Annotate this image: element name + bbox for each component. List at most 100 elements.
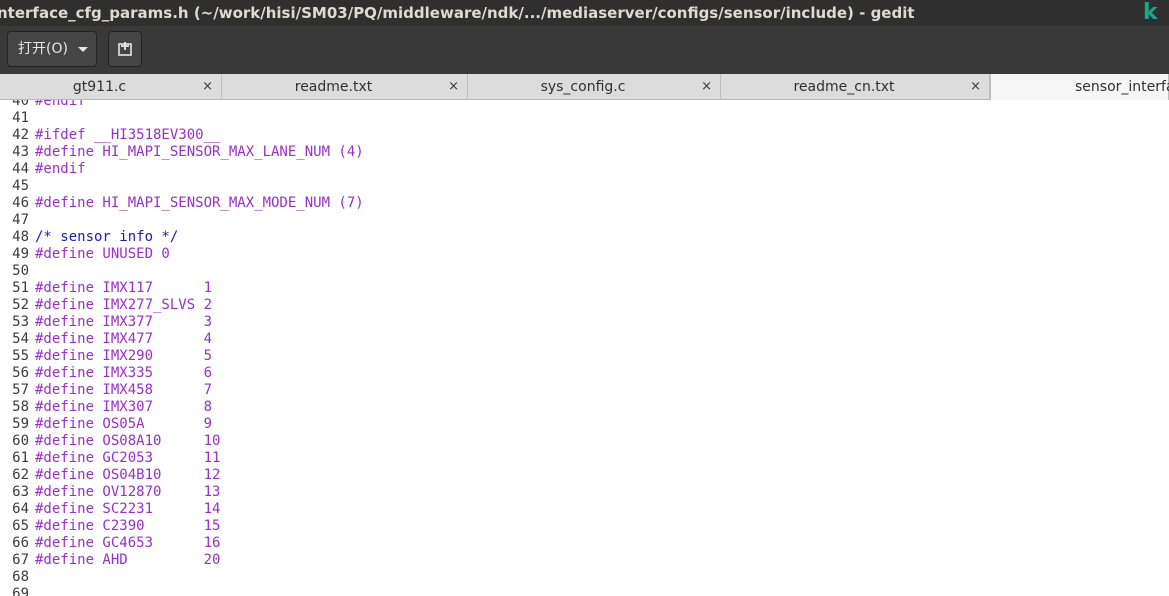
code-line: 61 #define GC2053 11: [0, 450, 364, 467]
code-line: 59 #define OS05A 9: [0, 416, 364, 433]
code-text: #define OS05A 9: [35, 416, 213, 432]
line-number: 46: [12, 195, 29, 211]
app-indicator-icon[interactable]: k: [1143, 1, 1161, 25]
code-line: 53 #define IMX377 3: [0, 314, 364, 331]
code-line: 51 #define IMX117 1: [0, 280, 364, 297]
code-line: 66 #define GC4653 16: [0, 535, 364, 552]
line-number: 55: [12, 348, 29, 364]
close-icon[interactable]: ×: [701, 74, 712, 100]
title-bar: nterface_cfg_params.h (~/work/hisi/SM03/…: [0, 0, 1169, 26]
code-line: 58 #define IMX307 8: [0, 399, 364, 416]
new-document-icon: [118, 42, 132, 56]
code-line: 47: [0, 212, 364, 229]
code-text: #ifdef __HI3518EV300__: [35, 127, 221, 143]
code-text: #define HI_MAPI_SENSOR_MAX_MODE_NUM (7): [35, 195, 364, 211]
line-number: 66: [12, 535, 29, 551]
line-number: 47: [12, 212, 29, 228]
code-text: #define IMX335 6: [35, 365, 213, 381]
chevron-down-icon: [78, 47, 88, 52]
tab-sensor-interface[interactable]: sensor_interfa: [990, 74, 1169, 101]
line-number: 56: [12, 365, 29, 381]
code-text: #define IMX117 1: [35, 280, 213, 296]
code-line: 43 #define HI_MAPI_SENSOR_MAX_LANE_NUM (4…: [0, 144, 364, 161]
code-text: #define OV12870 13: [35, 484, 221, 500]
tab-sys-config[interactable]: sys_config.c ×: [468, 74, 721, 100]
line-number: 57: [12, 382, 29, 398]
line-number: 69: [12, 586, 29, 596]
code-line: 62 #define OS04B10 12: [0, 467, 364, 484]
line-number: 58: [12, 399, 29, 415]
line-number: 67: [12, 552, 29, 568]
code-text: #define OS08A10 10: [35, 433, 221, 449]
line-number: 50: [12, 263, 29, 279]
code-text: #define IMX307 8: [35, 399, 213, 415]
code-lines: 40 #endif 41 42 #ifdef __HI3518EV300__ 43 #def…: [0, 100, 364, 596]
code-text: #endif: [35, 100, 86, 109]
code-line: 44 #endif: [0, 161, 364, 178]
line-number: 62: [12, 467, 29, 483]
code-text: #define HI_MAPI_SENSOR_MAX_LANE_NUM (4): [35, 144, 364, 160]
code-text: #define GC4653 16: [35, 535, 221, 551]
line-number: 59: [12, 416, 29, 432]
code-text: #define IMX377 3: [35, 314, 213, 330]
code-editor[interactable]: 40 #endif 41 42 #ifdef __HI3518EV300__ 43 #def…: [0, 100, 1169, 596]
code-line: 64 #define SC2231 14: [0, 501, 364, 518]
open-button-label: 打开(O): [18, 41, 68, 57]
code-line: 65 #define C2390 15: [0, 518, 364, 535]
tab-gt911[interactable]: gt911.c ×: [0, 74, 222, 100]
close-icon[interactable]: ×: [202, 74, 213, 100]
line-number: 53: [12, 314, 29, 330]
code-text: #define SC2231 14: [35, 501, 221, 517]
code-text: #define IMX477 4: [35, 331, 213, 347]
line-number: 52: [12, 297, 29, 313]
line-number: 44: [12, 161, 29, 177]
line-number: 43: [12, 144, 29, 160]
tab-label: readme.txt: [294, 79, 373, 95]
code-line: 67 #define AHD 20: [0, 552, 364, 569]
tab-readme[interactable]: readme.txt ×: [222, 74, 468, 100]
code-text: #define UNUSED 0: [35, 246, 170, 262]
close-icon[interactable]: ×: [448, 74, 459, 100]
line-number: 61: [12, 450, 29, 466]
code-line: 41: [0, 110, 364, 127]
line-number: 68: [12, 569, 29, 585]
code-line: 54 #define IMX477 4: [0, 331, 364, 348]
tab-label: readme_cn.txt: [793, 79, 895, 95]
code-text: #define IMX458 7: [35, 382, 213, 398]
close-icon[interactable]: ×: [970, 74, 981, 100]
code-line: 40 #endif: [0, 100, 364, 110]
line-number: 48: [12, 229, 29, 245]
code-text: #endif: [35, 161, 86, 177]
code-line: 55 #define IMX290 5: [0, 348, 364, 365]
line-number: 42: [12, 127, 29, 143]
code-text: #define C2390 15: [35, 518, 221, 534]
code-line: 42 #ifdef __HI3518EV300__: [0, 127, 364, 144]
code-text: #define OS04B10 12: [35, 467, 221, 483]
line-number: 45: [12, 178, 29, 194]
code-text: #define GC2053 11: [35, 450, 221, 466]
code-line: 49 #define UNUSED 0: [0, 246, 364, 263]
code-text: #define IMX277_SLVS 2: [35, 297, 213, 313]
code-line: 56 #define IMX335 6: [0, 365, 364, 382]
code-text: #define IMX290 5: [35, 348, 213, 364]
window-title: nterface_cfg_params.h (~/work/hisi/SM03/…: [0, 4, 915, 22]
tab-label: sensor_interfa: [1075, 79, 1169, 95]
code-line: 48 /* sensor info */: [0, 229, 364, 246]
line-number: 64: [12, 501, 29, 517]
tab-label: sys_config.c: [540, 79, 626, 95]
code-text: /* sensor info */: [35, 229, 179, 245]
code-line: 60 #define OS08A10 10: [0, 433, 364, 450]
new-document-button[interactable]: [108, 31, 142, 67]
document-tabs: gt911.c × readme.txt × sys_config.c × re…: [0, 74, 1169, 101]
line-number: 51: [12, 280, 29, 296]
line-number: 65: [12, 518, 29, 534]
code-line: 57 #define IMX458 7: [0, 382, 364, 399]
code-line: 45: [0, 178, 364, 195]
code-line: 50: [0, 263, 364, 280]
tab-label: gt911.c: [72, 79, 127, 95]
line-number: 41: [12, 110, 29, 126]
open-button[interactable]: 打开(O): [7, 31, 97, 67]
code-line: 63 #define OV12870 13: [0, 484, 364, 501]
code-line: 52 #define IMX277_SLVS 2: [0, 297, 364, 314]
tab-readme-cn[interactable]: readme_cn.txt ×: [721, 74, 990, 100]
